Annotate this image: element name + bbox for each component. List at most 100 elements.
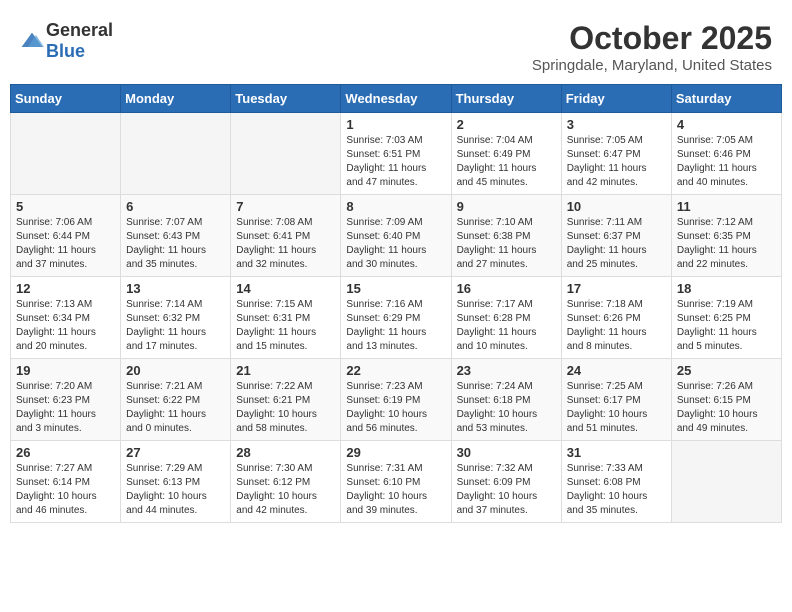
calendar-cell: 21 Sunrise: 7:22 AMSunset: 6:21 PMDayligh… — [231, 359, 341, 441]
day-info: Sunrise: 7:05 AMSunset: 6:46 PMDaylight:… — [677, 134, 776, 190]
calendar-cell: 23 Sunrise: 7:24 AMSunset: 6:18 PMDayligh… — [451, 359, 561, 441]
day-number: 5 — [16, 199, 115, 214]
day-info: Sunrise: 7:08 AMSunset: 6:41 PMDaylight:… — [236, 216, 335, 272]
calendar-cell: 5 Sunrise: 7:06 AMSunset: 6:44 PMDaylight… — [11, 195, 121, 277]
day-info: Sunrise: 7:19 AMSunset: 6:25 PMDaylight:… — [677, 298, 776, 354]
day-number: 31 — [567, 445, 666, 460]
day-info: Sunrise: 7:30 AMSunset: 6:12 PMDaylight:… — [236, 462, 335, 518]
day-info: Sunrise: 7:32 AMSunset: 6:09 PMDaylight:… — [457, 462, 556, 518]
calendar-cell: 26 Sunrise: 7:27 AMSunset: 6:14 PMDayligh… — [11, 441, 121, 523]
logo-icon — [20, 31, 44, 51]
day-number: 26 — [16, 445, 115, 460]
calendar-cell: 3 Sunrise: 7:05 AMSunset: 6:47 PMDaylight… — [561, 113, 671, 195]
day-info: Sunrise: 7:15 AMSunset: 6:31 PMDaylight:… — [236, 298, 335, 354]
day-info: Sunrise: 7:09 AMSunset: 6:40 PMDaylight:… — [346, 216, 445, 272]
calendar-cell: 25 Sunrise: 7:26 AMSunset: 6:15 PMDayligh… — [671, 359, 781, 441]
calendar-cell: 28Sunrise: 7:30 AMSunset: 6:12 PMDayligh… — [231, 441, 341, 523]
day-info: Sunrise: 7:27 AMSunset: 6:14 PMDaylight:… — [16, 462, 115, 518]
location-subtitle: Springdale, Maryland, United States — [532, 57, 772, 74]
weekday-header-sunday: Sunday — [11, 85, 121, 113]
day-info: Sunrise: 7:21 AMSunset: 6:22 PMDaylight:… — [126, 380, 225, 436]
calendar-cell: 27 Sunrise: 7:29 AMSunset: 6:13 PMDayligh… — [121, 441, 231, 523]
calendar-cell: 19 Sunrise: 7:20 AMSunset: 6:23 PMDayligh… — [11, 359, 121, 441]
calendar-week-3: 12Sunrise: 7:13 AMSunset: 6:34 PMDayligh… — [11, 277, 782, 359]
day-number: 6 — [126, 199, 225, 214]
calendar-cell: 13Sunrise: 7:14 AMSunset: 6:32 PMDayligh… — [121, 277, 231, 359]
day-info: Sunrise: 7:04 AMSunset: 6:49 PMDaylight:… — [457, 134, 556, 190]
day-number: 16 — [457, 281, 556, 296]
day-info: Sunrise: 7:31 AMSunset: 6:10 PMDaylight:… — [346, 462, 445, 518]
day-number: 24 — [567, 363, 666, 378]
day-number: 1 — [346, 117, 445, 132]
day-number: 25 — [677, 363, 776, 378]
calendar-cell: 16 Sunrise: 7:17 AMSunset: 6:28 PMDayligh… — [451, 277, 561, 359]
calendar-table: SundayMondayTuesdayWednesdayThursdayFrid… — [10, 84, 782, 523]
day-info: Sunrise: 7:22 AMSunset: 6:21 PMDaylight:… — [236, 380, 335, 436]
day-number: 19 — [16, 363, 115, 378]
day-info: Sunrise: 7:33 AMSunset: 6:08 PMDaylight:… — [567, 462, 666, 518]
day-info: Sunrise: 7:20 AMSunset: 6:23 PMDaylight:… — [16, 380, 115, 436]
calendar-cell: 30Sunrise: 7:32 AMSunset: 6:09 PMDayligh… — [451, 441, 561, 523]
calendar-cell: 29 Sunrise: 7:31 AMSunset: 6:10 PMDayligh… — [341, 441, 451, 523]
day-number: 21 — [236, 363, 335, 378]
day-number: 13 — [126, 281, 225, 296]
day-number: 3 — [567, 117, 666, 132]
day-info: Sunrise: 7:29 AMSunset: 6:13 PMDaylight:… — [126, 462, 225, 518]
calendar-cell: 20 Sunrise: 7:21 AMSunset: 6:22 PMDayligh… — [121, 359, 231, 441]
day-info: Sunrise: 7:23 AMSunset: 6:19 PMDaylight:… — [346, 380, 445, 436]
day-info: Sunrise: 7:16 AMSunset: 6:29 PMDaylight:… — [346, 298, 445, 354]
day-number: 23 — [457, 363, 556, 378]
logo: General Blue — [20, 20, 113, 62]
day-number: 2 — [457, 117, 556, 132]
day-info: Sunrise: 7:12 AMSunset: 6:35 PMDaylight:… — [677, 216, 776, 272]
day-number: 4 — [677, 117, 776, 132]
day-info: Sunrise: 7:03 AMSunset: 6:51 PMDaylight:… — [346, 134, 445, 190]
weekday-header-friday: Friday — [561, 85, 671, 113]
calendar-cell: 8 Sunrise: 7:09 AMSunset: 6:40 PMDaylight… — [341, 195, 451, 277]
calendar-week-2: 5 Sunrise: 7:06 AMSunset: 6:44 PMDaylight… — [11, 195, 782, 277]
day-number: 10 — [567, 199, 666, 214]
day-number: 15 — [346, 281, 445, 296]
month-title: October 2025 — [532, 20, 772, 57]
day-info: Sunrise: 7:11 AMSunset: 6:37 PMDaylight:… — [567, 216, 666, 272]
day-info: Sunrise: 7:18 AMSunset: 6:26 PMDaylight:… — [567, 298, 666, 354]
day-number: 29 — [346, 445, 445, 460]
day-number: 11 — [677, 199, 776, 214]
calendar-cell — [11, 113, 121, 195]
calendar-cell — [231, 113, 341, 195]
weekday-header-monday: Monday — [121, 85, 231, 113]
logo-general: General — [46, 20, 113, 40]
calendar-cell: 12Sunrise: 7:13 AMSunset: 6:34 PMDayligh… — [11, 277, 121, 359]
calendar-cell: 10 Sunrise: 7:11 AMSunset: 6:37 PMDayligh… — [561, 195, 671, 277]
day-info: Sunrise: 7:24 AMSunset: 6:18 PMDaylight:… — [457, 380, 556, 436]
calendar-cell: 9Sunrise: 7:10 AMSunset: 6:38 PMDaylight… — [451, 195, 561, 277]
calendar-cell: 1 Sunrise: 7:03 AMSunset: 6:51 PMDaylight… — [341, 113, 451, 195]
day-number: 22 — [346, 363, 445, 378]
weekday-header-thursday: Thursday — [451, 85, 561, 113]
day-number: 8 — [346, 199, 445, 214]
page-header: General Blue October 2025 Springdale, Ma… — [10, 10, 782, 79]
calendar-cell: 22 Sunrise: 7:23 AMSunset: 6:19 PMDayligh… — [341, 359, 451, 441]
day-info: Sunrise: 7:13 AMSunset: 6:34 PMDaylight:… — [16, 298, 115, 354]
calendar-week-4: 19 Sunrise: 7:20 AMSunset: 6:23 PMDayligh… — [11, 359, 782, 441]
day-info: Sunrise: 7:17 AMSunset: 6:28 PMDaylight:… — [457, 298, 556, 354]
calendar-cell: 11 Sunrise: 7:12 AMSunset: 6:35 PMDayligh… — [671, 195, 781, 277]
day-number: 18 — [677, 281, 776, 296]
calendar-cell: 4 Sunrise: 7:05 AMSunset: 6:46 PMDaylight… — [671, 113, 781, 195]
day-info: Sunrise: 7:26 AMSunset: 6:15 PMDaylight:… — [677, 380, 776, 436]
day-number: 9 — [457, 199, 556, 214]
weekday-header-wednesday: Wednesday — [341, 85, 451, 113]
calendar-cell: 6Sunrise: 7:07 AMSunset: 6:43 PMDaylight… — [121, 195, 231, 277]
day-number: 17 — [567, 281, 666, 296]
day-number: 14 — [236, 281, 335, 296]
day-info: Sunrise: 7:05 AMSunset: 6:47 PMDaylight:… — [567, 134, 666, 190]
day-number: 27 — [126, 445, 225, 460]
weekday-header-row: SundayMondayTuesdayWednesdayThursdayFrid… — [11, 85, 782, 113]
day-info: Sunrise: 7:06 AMSunset: 6:44 PMDaylight:… — [16, 216, 115, 272]
calendar-cell — [671, 441, 781, 523]
logo-text: General Blue — [46, 20, 113, 62]
calendar-cell: 2 Sunrise: 7:04 AMSunset: 6:49 PMDaylight… — [451, 113, 561, 195]
logo-blue: Blue — [46, 41, 85, 61]
calendar-cell: 31 Sunrise: 7:33 AMSunset: 6:08 PMDayligh… — [561, 441, 671, 523]
day-number: 20 — [126, 363, 225, 378]
